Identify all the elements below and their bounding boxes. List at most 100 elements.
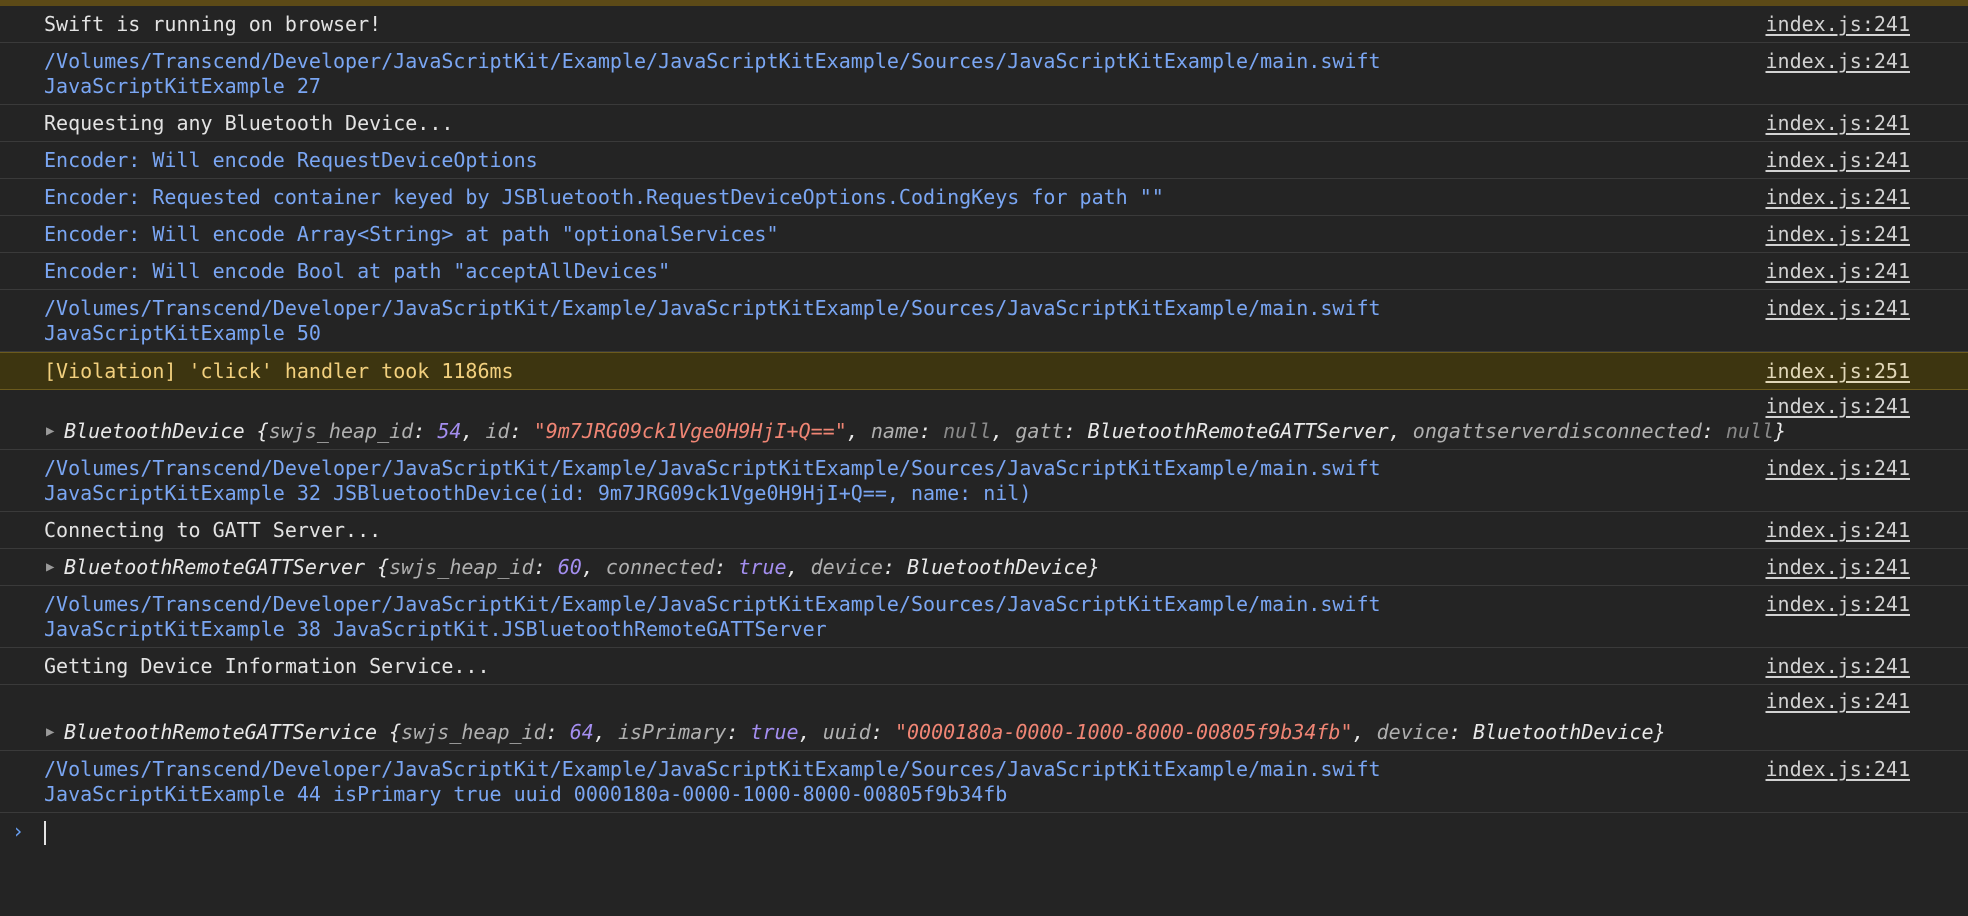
message-detail: JavaScriptKitExample 50 — [44, 321, 321, 345]
source-link[interactable]: index.js:251 — [1766, 359, 1911, 384]
console-message: Getting Device Information Service... in… — [0, 648, 1968, 685]
source-link[interactable]: index.js:241 — [1766, 111, 1911, 136]
source-link[interactable]: index.js:241 — [1766, 12, 1911, 37]
message-text: Encoder: Will encode Array<String> at pa… — [44, 222, 779, 246]
expand-triangle-icon[interactable]: ▶ — [46, 555, 54, 580]
source-link[interactable]: index.js:241 — [1766, 757, 1911, 782]
source-row: index.js:241 — [0, 394, 1968, 419]
source-link[interactable]: index.js:241 — [1766, 394, 1911, 419]
sep: , — [786, 555, 811, 579]
source-link[interactable]: index.js:241 — [1766, 592, 1911, 617]
source-link[interactable]: index.js:241 — [1766, 555, 1911, 580]
object-class: BluetoothDevice — [64, 419, 245, 443]
message-text: Swift is running on browser! — [44, 12, 382, 36]
object-preview[interactable]: ▶ BluetoothRemoteGATTServer {swjs_heap_id… — [46, 555, 1924, 580]
sep: , — [846, 419, 871, 443]
object-preview[interactable]: ▶ BluetoothRemoteGATTService {swjs_heap_i… — [46, 720, 1924, 745]
property-value: BluetoothDevice — [1472, 720, 1654, 744]
source-link[interactable]: index.js:241 — [1766, 296, 1911, 321]
property-value: null — [943, 419, 992, 443]
violation-message: [Violation] 'click' handler took 1186ms … — [0, 352, 1968, 390]
console-object-message: index.js:241 ▶ BluetoothRemoteGATTService… — [0, 685, 1968, 751]
colon: : — [533, 555, 558, 579]
message-text: Encoder: Will encode Bool at path "accep… — [44, 259, 671, 283]
expand-triangle-icon[interactable]: ▶ — [46, 419, 54, 444]
source-link[interactable]: index.js:241 — [1766, 222, 1911, 247]
source-link[interactable]: index.js:241 — [1766, 456, 1911, 481]
property-value: 54 — [437, 419, 462, 443]
object-class: BluetoothRemoteGATTServer — [64, 555, 366, 579]
colon: : — [714, 555, 739, 579]
source-link[interactable]: index.js:241 — [1766, 148, 1911, 173]
property-key: device — [810, 555, 883, 579]
message-path: /Volumes/Transcend/Developer/JavaScriptK… — [44, 456, 1381, 480]
console-message: /Volumes/Transcend/Developer/JavaScriptK… — [0, 290, 1968, 352]
message-detail: JavaScriptKitExample 44 isPrimary true u… — [44, 782, 1008, 806]
property-key: name — [870, 419, 920, 443]
message-text: Getting Device Information Service... — [44, 654, 490, 678]
console-prompt[interactable]: › — [0, 813, 1968, 853]
property-key: gatt — [1015, 419, 1064, 443]
console-message: /Volumes/Transcend/Developer/JavaScriptK… — [0, 751, 1968, 813]
console-message: Swift is running on browser! index.js:24… — [0, 6, 1968, 43]
message-path: /Volumes/Transcend/Developer/JavaScriptK… — [44, 592, 1381, 616]
colon: : — [1701, 419, 1726, 443]
sep: , — [1352, 720, 1377, 744]
message-text: /Volumes/Transcend/Developer/JavaScriptK… — [44, 757, 1504, 807]
colon: : — [919, 419, 944, 443]
source-link[interactable]: index.js:241 — [1766, 185, 1911, 210]
brace: } — [1653, 720, 1666, 744]
message-text: /Volumes/Transcend/Developer/JavaScriptK… — [44, 296, 1504, 346]
property-key: device — [1376, 720, 1449, 744]
colon: : — [726, 720, 751, 744]
property-key: swjs_heap_id — [401, 720, 546, 744]
property-key: isPrimary — [617, 720, 727, 744]
property-value: true — [750, 720, 799, 744]
sep: , — [1388, 419, 1413, 443]
property-value: "9m7JRG09ck1Vge0H9HjI+Q==" — [533, 419, 847, 443]
sep: , — [991, 419, 1016, 443]
property-key: swjs_heap_id — [389, 555, 534, 579]
text-caret — [44, 821, 46, 845]
sep: , — [581, 555, 606, 579]
source-link[interactable]: index.js:241 — [1766, 654, 1911, 679]
console-message: Connecting to GATT Server... index.js:24… — [0, 512, 1968, 549]
object-preview[interactable]: ▶ BluetoothDevice {swjs_heap_id: 54, id: … — [46, 419, 1924, 444]
source-link[interactable]: index.js:241 — [1766, 689, 1911, 714]
colon: : — [413, 419, 438, 443]
property-value: "0000180a-0000-1000-8000-00805f9b34fb" — [894, 720, 1353, 744]
colon: : — [1063, 419, 1088, 443]
message-path: /Volumes/Transcend/Developer/JavaScriptK… — [44, 757, 1381, 781]
message-detail: JavaScriptKitExample 32 JSBluetoothDevic… — [44, 481, 1032, 505]
message-path: /Volumes/Transcend/Developer/JavaScriptK… — [44, 296, 1381, 320]
message-text: /Volumes/Transcend/Developer/JavaScriptK… — [44, 456, 1504, 506]
colon: : — [882, 555, 907, 579]
message-path: /Volumes/Transcend/Developer/JavaScriptK… — [44, 49, 1381, 73]
property-value: true — [738, 555, 787, 579]
message-text: /Volumes/Transcend/Developer/JavaScriptK… — [44, 592, 1504, 642]
expand-triangle-icon[interactable]: ▶ — [46, 720, 54, 745]
message-text: [Violation] 'click' handler took 1186ms — [44, 359, 514, 383]
prompt-chevron-icon: › — [12, 819, 25, 843]
brace: { — [365, 555, 390, 579]
message-detail: JavaScriptKitExample 27 — [44, 74, 321, 98]
sep: , — [593, 720, 618, 744]
source-link[interactable]: index.js:241 — [1766, 49, 1911, 74]
property-key: connected — [605, 555, 715, 579]
source-link[interactable]: index.js:241 — [1766, 259, 1911, 284]
colon: : — [1448, 720, 1473, 744]
console-message: Encoder: Will encode Array<String> at pa… — [0, 216, 1968, 253]
sep: , — [798, 720, 823, 744]
console-panel: Swift is running on browser! index.js:24… — [0, 0, 1968, 916]
source-link[interactable]: index.js:241 — [1766, 518, 1911, 543]
brace: } — [1087, 555, 1100, 579]
console-message: /Volumes/Transcend/Developer/JavaScriptK… — [0, 450, 1968, 512]
property-value: BluetoothRemoteGATTServer — [1087, 419, 1389, 443]
property-key: uuid — [822, 720, 871, 744]
property-value: 60 — [557, 555, 582, 579]
console-message: Encoder: Will encode RequestDeviceOption… — [0, 142, 1968, 179]
property-key: swjs_heap_id — [268, 419, 414, 443]
message-text: Connecting to GATT Server... — [44, 518, 382, 542]
property-key: ongattserverdisconnected — [1412, 419, 1702, 443]
colon: : — [870, 720, 895, 744]
